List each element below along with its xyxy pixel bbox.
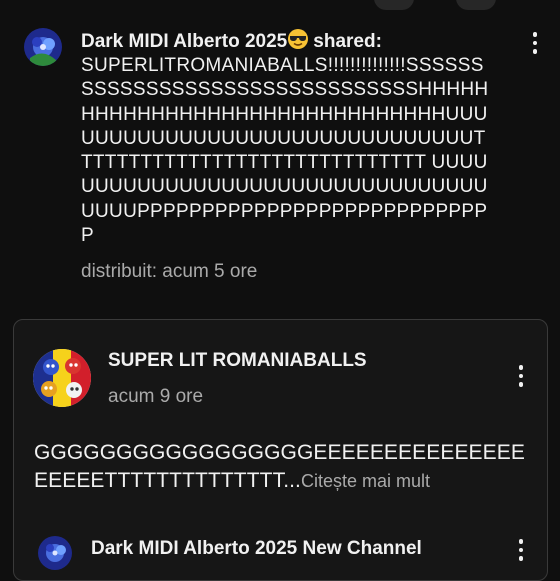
partial-button[interactable] [374, 0, 414, 10]
action-text: shared: [313, 31, 382, 52]
original-post-text: GGGGGGGGGGGGGGGGGEEEEEEEEEEEEEEEEEEEETTT… [34, 439, 529, 495]
post-text: SUPERLITROMANIABALLS!!!!!!!!!!!!!!SSSSSS… [81, 55, 489, 247]
original-timestamp: acum 9 ore [108, 386, 204, 407]
original-post-body: GGGGGGGGGGGGGGGGGEEEEEEEEEEEEEEEEEEEETTT… [34, 441, 525, 492]
shared-timestamp: distribuit: acum 5 ore [81, 261, 258, 283]
next-post-entry: Dark MIDI Alberto 2025 New Channel [0, 528, 560, 570]
read-more-link[interactable]: Citește mai mult [301, 471, 430, 491]
author-avatar[interactable] [24, 28, 62, 66]
more-options-icon[interactable] [531, 32, 539, 54]
post-header: Dark MIDI Alberto 2025 shared: [81, 28, 501, 54]
original-author-avatar[interactable] [33, 349, 91, 407]
partial-button[interactable] [456, 0, 496, 10]
original-author-name[interactable]: SUPER LIT ROMANIABALLS [108, 350, 367, 372]
author-name[interactable]: Dark MIDI Alberto 2025 [81, 31, 287, 52]
more-options-icon[interactable] [517, 365, 525, 387]
smiling-face-with-sunglasses-icon [287, 28, 309, 50]
more-options-icon[interactable] [517, 539, 525, 561]
next-author-name[interactable]: Dark MIDI Alberto 2025 New Channel [91, 538, 422, 560]
top-strip [0, 0, 560, 14]
next-author-avatar[interactable] [38, 536, 72, 570]
